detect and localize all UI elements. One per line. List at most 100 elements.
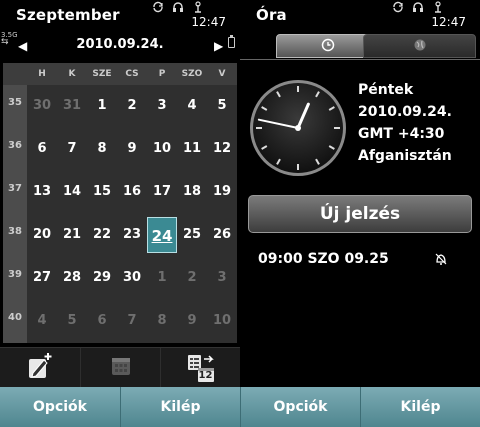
alarm-entry[interactable]: 09:00 SZO 09.25 bbox=[258, 251, 389, 267]
calendar-day[interactable]: 28 bbox=[57, 260, 87, 296]
calendar-day[interactable]: 7 bbox=[57, 131, 87, 167]
calendar-day[interactable]: 10 bbox=[207, 303, 237, 339]
city-name: Afganisztán bbox=[358, 148, 452, 164]
weekday-label: V bbox=[218, 69, 226, 79]
options-softkey-right[interactable]: Opciók bbox=[240, 387, 360, 427]
headset-icon bbox=[412, 1, 424, 16]
calendar-day[interactable]: 2 bbox=[117, 88, 147, 124]
calendar-day[interactable]: 26 bbox=[207, 217, 237, 253]
calendar-day[interactable]: 20 bbox=[27, 217, 57, 253]
sync-icon bbox=[152, 1, 164, 16]
new-entry-button[interactable] bbox=[0, 348, 80, 388]
calendar-view-icon bbox=[109, 354, 133, 382]
status-bar: Óra 12:47 bbox=[240, 0, 480, 48]
status-bar: Szeptember 12:47 bbox=[0, 0, 240, 48]
analog-clock bbox=[250, 80, 346, 176]
calendar-day[interactable]: 9 bbox=[177, 303, 207, 339]
day-view-icon: 12 bbox=[186, 353, 216, 383]
week-number: 35 bbox=[8, 97, 22, 108]
calendar-day[interactable]: 11 bbox=[177, 131, 207, 167]
calendar-day[interactable]: 30 bbox=[117, 260, 147, 296]
tab-divider bbox=[240, 59, 480, 60]
calendar-day[interactable]: 6 bbox=[27, 131, 57, 167]
calendar-day[interactable]: 2 bbox=[177, 260, 207, 296]
weekday-label: CS bbox=[125, 69, 139, 79]
gmt-offset: GMT +4:30 bbox=[358, 126, 445, 142]
calendar-day[interactable]: 1 bbox=[87, 88, 117, 124]
calendar-day[interactable]: 12 bbox=[207, 131, 237, 167]
clock-center bbox=[295, 125, 301, 131]
tab-world-clock[interactable] bbox=[363, 34, 476, 58]
city-info: Péntek 2010.09.24. GMT +4:30 Afganisztán bbox=[358, 79, 452, 167]
day-name: Péntek bbox=[358, 82, 414, 98]
weekday-label: H bbox=[38, 69, 46, 79]
alarm-bell-icon bbox=[434, 251, 448, 270]
calendar-day[interactable]: 8 bbox=[87, 131, 117, 167]
calendar-day[interactable]: 8 bbox=[147, 303, 177, 339]
weekday-label: K bbox=[68, 69, 76, 79]
clock-icon bbox=[321, 37, 335, 56]
new-entry-icon bbox=[25, 351, 55, 385]
calendar-day[interactable]: 4 bbox=[27, 303, 57, 339]
exit-softkey-left[interactable]: Kilép bbox=[120, 387, 240, 427]
calendar-day[interactable]: 10 bbox=[147, 131, 177, 167]
calendar-day[interactable]: 15 bbox=[87, 174, 117, 210]
calendar-day[interactable]: 22 bbox=[87, 217, 117, 253]
next-month-arrow-icon[interactable]: ▶ bbox=[214, 39, 223, 53]
calendar-day[interactable]: 5 bbox=[207, 88, 237, 124]
antenna-icon bbox=[432, 1, 444, 16]
calendar-day[interactable]: 9 bbox=[117, 131, 147, 167]
status-time: 12:47 bbox=[431, 15, 466, 29]
calendar-day[interactable]: 21 bbox=[57, 217, 87, 253]
calendar-day[interactable]: 29 bbox=[87, 260, 117, 296]
clock-panel: Óra 12:47 Péntek 2010.09.24. GMT +4:30 A… bbox=[240, 0, 480, 427]
date-navigator: ◀ 2010.09.24. ▶ bbox=[0, 36, 240, 56]
day-view-number: 12 bbox=[198, 370, 213, 381]
selected-date: 2010.09.24. bbox=[76, 37, 164, 52]
calendar-day[interactable]: 4 bbox=[177, 88, 207, 124]
options-softkey-left[interactable]: Opciók bbox=[0, 387, 120, 427]
calendar-day[interactable]: 16 bbox=[117, 174, 147, 210]
globe-icon bbox=[413, 37, 427, 56]
calendar-day[interactable]: 25 bbox=[177, 217, 207, 253]
calendar-day[interactable]: 3 bbox=[207, 260, 237, 296]
calendar-day[interactable]: 18 bbox=[177, 174, 207, 210]
headset-icon bbox=[172, 1, 184, 16]
calendar-day-selected[interactable]: 24 bbox=[147, 217, 177, 253]
clock-tabs bbox=[276, 34, 476, 60]
calendar-day[interactable]: 13 bbox=[27, 174, 57, 210]
week-number: 37 bbox=[8, 183, 22, 194]
calendar-day[interactable]: 23 bbox=[117, 217, 147, 253]
calendar-day[interactable]: 31 bbox=[57, 88, 87, 124]
calendar-toolbar: 12 bbox=[0, 347, 240, 388]
softkey-bar: Opciók Kilép Opciók Kilép bbox=[0, 387, 480, 427]
status-time: 12:47 bbox=[191, 15, 226, 29]
weekday-label: SZE bbox=[92, 69, 112, 79]
month-title: Szeptember bbox=[16, 6, 120, 24]
week-number: 38 bbox=[8, 226, 22, 237]
calendar-day[interactable]: 19 bbox=[207, 174, 237, 210]
week-number: 40 bbox=[8, 312, 22, 323]
calendar-day[interactable]: 14 bbox=[57, 174, 87, 210]
clock-title: Óra bbox=[256, 6, 287, 24]
sync-icon bbox=[392, 1, 404, 16]
calendar-day[interactable]: 7 bbox=[117, 303, 147, 339]
clock-date: 2010.09.24. bbox=[358, 104, 452, 120]
week-number: 39 bbox=[8, 269, 22, 280]
week-number: 36 bbox=[8, 140, 22, 151]
calendar-day[interactable]: 5 bbox=[57, 303, 87, 339]
calendar-day[interactable]: 1 bbox=[147, 260, 177, 296]
calendar-day[interactable]: 3 bbox=[147, 88, 177, 124]
weekday-label: SZO bbox=[181, 69, 203, 79]
day-view-button[interactable]: 12 bbox=[160, 348, 240, 388]
month-grid: H K SZE CS P SZO V 35 30 31 1 2 3 4 5 36 6 7 8 9 10 11 12 37 13 1… bbox=[3, 63, 237, 343]
weekday-label: P bbox=[158, 69, 166, 79]
calendar-day[interactable]: 17 bbox=[147, 174, 177, 210]
antenna-icon bbox=[192, 1, 204, 16]
new-alarm-button[interactable]: Új jelzés bbox=[248, 195, 472, 233]
calendar-day[interactable]: 6 bbox=[87, 303, 117, 339]
calendar-view-button[interactable] bbox=[80, 348, 160, 388]
calendar-day[interactable]: 27 bbox=[27, 260, 57, 296]
exit-softkey-right[interactable]: Kilép bbox=[360, 387, 480, 427]
calendar-day[interactable]: 30 bbox=[27, 88, 57, 124]
